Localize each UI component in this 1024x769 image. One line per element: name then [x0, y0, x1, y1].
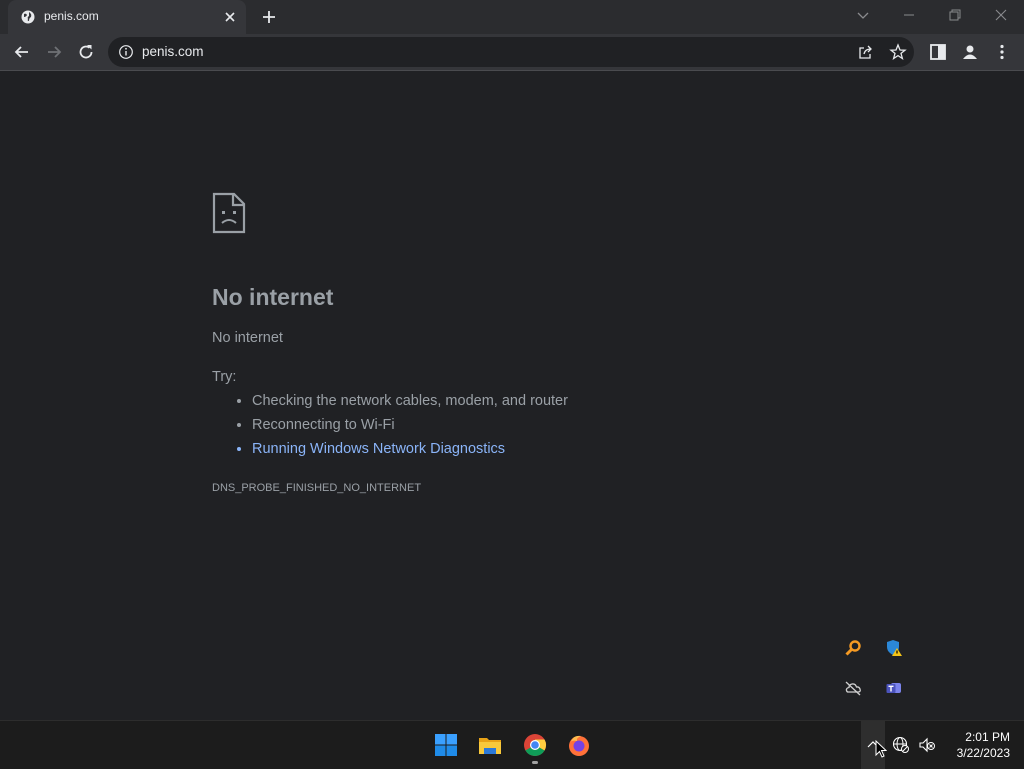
defender-warning-icon[interactable] — [885, 639, 903, 657]
start-icon[interactable] — [434, 733, 458, 757]
browser-tab[interactable]: penis.com — [8, 0, 246, 34]
cloud-offline-icon[interactable] — [844, 679, 862, 697]
reload-icon[interactable] — [76, 42, 96, 62]
globe-icon — [21, 10, 35, 24]
error-subtext: No internet — [212, 330, 283, 346]
share-icon[interactable] — [857, 43, 875, 61]
file-explorer-icon[interactable] — [478, 733, 502, 757]
system-clock[interactable]: 2:01 PM 3/22/2023 — [940, 729, 1010, 761]
tab-search-icon[interactable] — [855, 7, 871, 23]
running-indicator — [532, 761, 538, 764]
error-page: No internet No internet Try: Checking th… — [0, 71, 1024, 720]
chrome-icon[interactable] — [523, 733, 547, 757]
firefox-icon[interactable] — [567, 733, 591, 757]
clock-time: 2:01 PM — [965, 730, 1010, 744]
clock-date: 3/22/2023 — [956, 746, 1010, 760]
error-code: DNS_PROBE_FINISHED_NO_INTERNET — [212, 482, 422, 494]
restore-icon[interactable] — [947, 7, 963, 23]
suggestion-item: Checking the network cables, modem, and … — [252, 391, 568, 415]
mouse-cursor-icon — [875, 740, 887, 758]
side-panel-icon[interactable] — [928, 42, 948, 62]
suggestion-list: Checking the network cables, modem, and … — [212, 391, 568, 463]
minimize-icon[interactable] — [901, 7, 917, 23]
url-text: penis.com — [142, 44, 204, 59]
profile-icon[interactable] — [960, 42, 980, 62]
address-bar[interactable]: penis.com — [108, 37, 914, 67]
forward-icon[interactable] — [44, 42, 64, 62]
magnifier-tray-icon[interactable] — [844, 639, 862, 657]
teams-icon[interactable] — [885, 679, 903, 697]
tab-title: penis.com — [44, 9, 99, 23]
network-globe-icon[interactable] — [892, 736, 910, 754]
bookmark-star-icon[interactable] — [889, 43, 907, 61]
info-icon[interactable] — [118, 44, 134, 60]
tab-strip: penis.com — [0, 0, 1024, 34]
menu-icon[interactable] — [992, 42, 1012, 62]
toolbar: penis.com — [0, 34, 1024, 71]
network-diagnostics-link[interactable]: Running Windows Network Diagnostics — [252, 439, 568, 463]
page-title: No internet — [212, 284, 334, 310]
close-window-icon[interactable] — [993, 7, 1009, 23]
back-icon[interactable] — [12, 42, 32, 62]
sad-document-icon — [212, 192, 246, 234]
volume-muted-icon[interactable] — [918, 736, 936, 754]
try-label: Try: — [212, 369, 237, 385]
suggestion-item: Reconnecting to Wi-Fi — [252, 415, 568, 439]
taskbar: 2:01 PM 3/22/2023 — [0, 720, 1024, 769]
close-tab-icon[interactable] — [222, 9, 238, 25]
new-tab-icon[interactable] — [260, 8, 278, 26]
